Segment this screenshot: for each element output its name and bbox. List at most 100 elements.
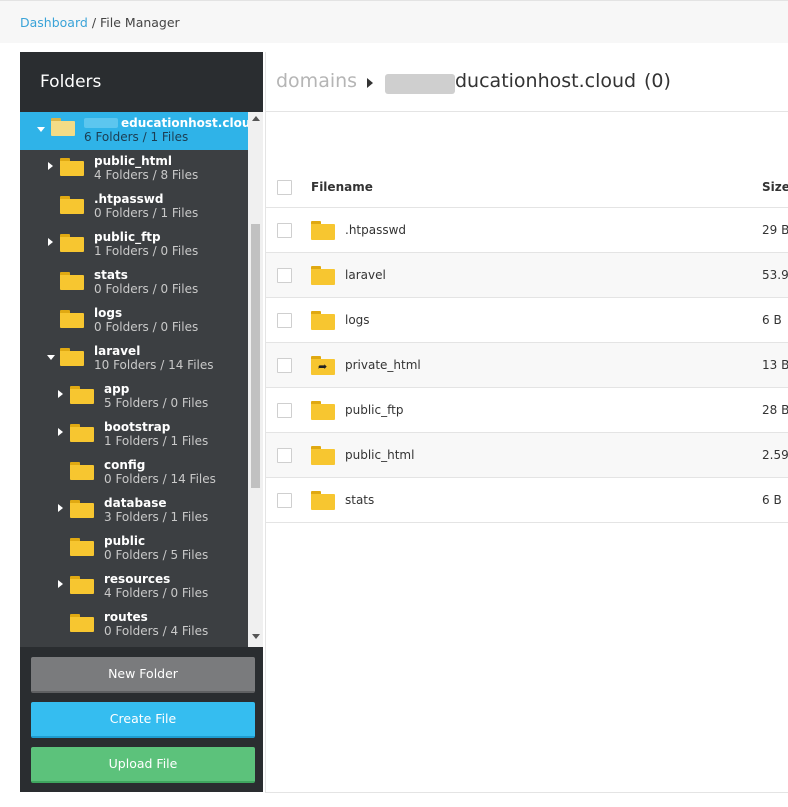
upload-file-button[interactable]: Upload File (31, 747, 255, 783)
folder-icon (311, 221, 335, 240)
path-count: (0) (644, 70, 671, 92)
tree-node-count: 5 Folders / 0 Files (104, 396, 209, 410)
row-checkbox[interactable] (277, 313, 292, 328)
tree-node-config[interactable]: config 0 Folders / 14 Files (20, 454, 248, 492)
row-filename[interactable]: .htpasswd (345, 223, 406, 237)
new-folder-button[interactable]: New Folder (31, 657, 255, 693)
column-size[interactable]: Size (762, 180, 788, 194)
path-root-link[interactable]: domains (276, 70, 357, 92)
row-size: 2.59 (762, 448, 788, 462)
tree-node-bootstrap[interactable]: bootstrap 1 Folders / 1 Files (20, 416, 248, 454)
folder-icon (60, 196, 84, 214)
tree-node-database[interactable]: database 3 Folders / 1 Files (20, 492, 248, 530)
row-filename[interactable]: public_html (345, 448, 414, 462)
tree-node-name: stats (94, 268, 128, 282)
folder-icon (70, 462, 94, 480)
breadcrumb-dashboard-link[interactable]: Dashboard (20, 15, 88, 30)
tree-node-count: 6 Folders / 1 Files (84, 130, 189, 144)
tree-node-htpasswd[interactable]: .htpasswd 0 Folders / 1 Files (20, 188, 248, 226)
expand-arrow-icon[interactable] (58, 504, 63, 512)
tree-node-count: 1 Folders / 0 Files (94, 244, 199, 258)
create-file-button[interactable]: Create File (31, 702, 255, 738)
path-separator-icon (367, 78, 373, 88)
breadcrumb: Dashboard / File Manager (20, 15, 180, 30)
tree-node-name: public (104, 534, 146, 548)
tree-node-name: routes (104, 610, 148, 624)
folder-icon (60, 310, 84, 328)
tree-node-routes[interactable]: routes 0 Folders / 4 Files (20, 606, 248, 644)
tree-node-count: 0 Folders / 1 Files (94, 206, 199, 220)
row-size: 53.92 (762, 268, 788, 282)
expand-arrow-icon[interactable] (58, 580, 63, 588)
tree-node-name: public_html (94, 154, 172, 168)
tree-node-count: 10 Folders / 14 Files (94, 358, 214, 372)
folder-icon (70, 500, 94, 518)
tree-node-name: app (104, 382, 130, 396)
folder-icon (311, 401, 335, 420)
column-filename[interactable]: Filename (311, 180, 373, 194)
tree-node-root[interactable]: educationhost.cloud 6 Folders / 1 Files (20, 112, 248, 150)
tree-node-name: .htpasswd (94, 192, 164, 206)
tree-node-name: laravel (94, 344, 141, 358)
tree-node-name: public_ftp (94, 230, 161, 244)
row-filename[interactable]: private_html (345, 358, 421, 372)
row-filename[interactable]: stats (345, 493, 374, 507)
sidebar-title: Folders (40, 72, 102, 92)
path-current: ducationhost.cloud (455, 70, 637, 92)
scroll-down-icon[interactable] (252, 634, 260, 639)
tree-node-public[interactable]: public 0 Folders / 5 Files (20, 530, 248, 568)
row-checkbox[interactable] (277, 268, 292, 283)
row-filename[interactable]: public_ftp (345, 403, 403, 417)
table-row[interactable]: public_ftp 28 B (266, 388, 788, 433)
folder-open-icon (51, 118, 75, 136)
tree-node-name: bootstrap (104, 420, 171, 434)
tree-node-name: resources (104, 572, 171, 586)
breadcrumb-separator: / (91, 15, 97, 30)
tree-node-count: 4 Folders / 0 Files (104, 586, 209, 600)
scroll-up-icon[interactable] (252, 116, 260, 121)
tree-node-count: 1 Folders / 1 Files (104, 434, 209, 448)
tree-node-logs[interactable]: logs 0 Folders / 0 Files (20, 302, 248, 340)
path-bar: domains ducationhost.cloud (0) (266, 52, 788, 112)
collapse-arrow-icon[interactable] (47, 355, 55, 360)
tree-node-resources[interactable]: resources 4 Folders / 0 Files (20, 568, 248, 606)
folder-link-icon: ➦ (311, 356, 335, 375)
row-checkbox[interactable] (277, 448, 292, 463)
tree-node-public-html[interactable]: public_html 4 Folders / 8 Files (20, 150, 248, 188)
tree-node-name: config (104, 458, 146, 472)
row-checkbox[interactable] (277, 223, 292, 238)
tree-node-app[interactable]: app 5 Folders / 0 Files (20, 378, 248, 416)
expand-arrow-icon[interactable] (48, 238, 53, 246)
row-filename[interactable]: laravel (345, 268, 386, 282)
row-checkbox[interactable] (277, 493, 292, 508)
table-row[interactable]: stats 6 B (266, 478, 788, 523)
expand-arrow-icon[interactable] (58, 428, 63, 436)
table-row[interactable]: ➦ private_html 13 B (266, 343, 788, 388)
folder-icon (70, 576, 94, 594)
folder-icon (311, 491, 335, 510)
tree-scrollbar-thumb[interactable] (251, 224, 260, 488)
file-list-panel: domains ducationhost.cloud (0) Filename … (265, 52, 788, 793)
table-row[interactable]: .htpasswd 29 B (266, 208, 788, 253)
expand-arrow-icon[interactable] (48, 162, 53, 170)
table-row[interactable]: logs 6 B (266, 298, 788, 343)
tree-node-name: educationhost.cloud (121, 116, 248, 130)
row-size: 6 B (762, 313, 782, 327)
tree-node-count: 0 Folders / 4 Files (104, 624, 209, 638)
tree-node-count: 3 Folders / 1 Files (104, 510, 209, 524)
table-row[interactable]: public_html 2.59 (266, 433, 788, 478)
row-checkbox[interactable] (277, 403, 292, 418)
tree-node-laravel[interactable]: laravel 10 Folders / 14 Files (20, 340, 248, 378)
tree-node-stats[interactable]: stats 0 Folders / 0 Files (20, 264, 248, 302)
folder-icon (60, 158, 84, 176)
row-filename[interactable]: logs (345, 313, 370, 327)
select-all-checkbox[interactable] (277, 180, 292, 195)
row-checkbox[interactable] (277, 358, 292, 373)
collapse-arrow-icon[interactable] (37, 127, 45, 132)
table-row[interactable]: laravel 53.92 (266, 253, 788, 298)
expand-arrow-icon[interactable] (58, 390, 63, 398)
folder-icon (70, 614, 94, 632)
table-header: Filename Size (266, 164, 788, 208)
redacted-text (84, 118, 118, 128)
tree-node-public-ftp[interactable]: public_ftp 1 Folders / 0 Files (20, 226, 248, 264)
